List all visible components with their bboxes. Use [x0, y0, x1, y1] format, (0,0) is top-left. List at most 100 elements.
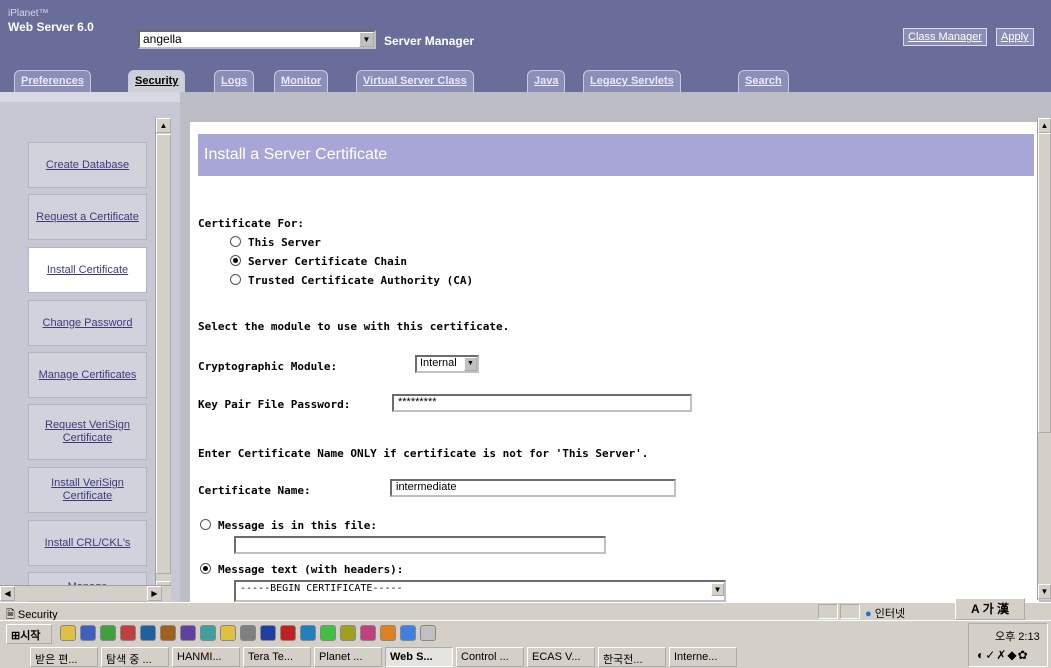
- quicklaunch-icon[interactable]: [120, 625, 136, 641]
- quicklaunch-icon[interactable]: [360, 625, 376, 641]
- nav-manage-certificates[interactable]: Manage Certificates: [28, 352, 147, 398]
- quicklaunch-icon[interactable]: [100, 625, 116, 641]
- quicklaunch-icon[interactable]: [420, 625, 436, 641]
- clock[interactable]: 오후 2:13: [995, 628, 1040, 644]
- scroll-down-icon[interactable]: ▼: [1038, 584, 1051, 599]
- quicklaunch-icon[interactable]: [260, 625, 276, 641]
- scroll-up-icon[interactable]: ▲: [1038, 118, 1051, 133]
- brand-small: iPlanet™: [8, 8, 49, 19]
- nav-install-certificate[interactable]: Install Certificate: [28, 247, 147, 293]
- tab-legacy-servlets[interactable]: Legacy Servlets: [583, 70, 681, 92]
- quicklaunch-icon[interactable]: [240, 625, 256, 641]
- nav-hscrollbar[interactable]: ◀ ▶: [0, 585, 171, 601]
- quicklaunch-icon[interactable]: [400, 625, 416, 641]
- scroll-thumb[interactable]: [156, 134, 171, 574]
- cert-name-note: Enter Certificate Name ONLY if certifica…: [198, 447, 649, 460]
- server-select[interactable]: angella ▼: [138, 30, 376, 49]
- radio-chain[interactable]: [230, 255, 241, 266]
- quicklaunch-icon[interactable]: [200, 625, 216, 641]
- status-cell: [840, 604, 860, 619]
- radio-message-file[interactable]: [200, 519, 211, 530]
- task-button[interactable]: Interne...: [669, 647, 737, 667]
- apply-button[interactable]: Apply: [996, 28, 1034, 46]
- ime-indicator[interactable]: A 가 漢: [955, 598, 1025, 620]
- quicklaunch-icon[interactable]: [300, 625, 316, 641]
- content-page: Install a Server Certificate Certificate…: [190, 122, 1039, 602]
- manager-title: Server Manager: [384, 34, 475, 48]
- task-button[interactable]: 탐색 중 ...: [101, 647, 169, 667]
- scroll-right-icon[interactable]: ▶: [147, 586, 162, 601]
- server-select-value: angella: [143, 32, 182, 46]
- cert-name-input[interactable]: intermediate: [390, 479, 676, 497]
- tray-icons[interactable]: ◐✓✗◆✿: [977, 648, 1029, 662]
- nav-install-verisign[interactable]: Install VeriSign Certificate: [28, 467, 147, 513]
- scroll-up-icon[interactable]: ▲: [156, 118, 171, 133]
- radio-this-server[interactable]: [230, 236, 241, 247]
- tab-logs[interactable]: Logs: [214, 70, 255, 92]
- main-scrollbar[interactable]: ▲ ▼: [1037, 118, 1051, 600]
- option-message-file[interactable]: Message is in this file:: [200, 519, 377, 532]
- chevron-down-icon[interactable]: ▼: [464, 357, 477, 371]
- quicklaunch-icon[interactable]: [220, 625, 236, 641]
- taskbar: ⊞시작 받은 편... 탐색 중 ... HANMI... Tera Te...…: [0, 620, 1051, 668]
- nav-scrollbar[interactable]: ▲ ▼: [155, 118, 171, 598]
- task-button[interactable]: Planet ...: [314, 647, 382, 667]
- quicklaunch-icon[interactable]: [280, 625, 296, 641]
- message-text-label: Message text (with headers):: [218, 563, 404, 576]
- quicklaunch-icon[interactable]: [60, 625, 76, 641]
- start-label: 시작: [20, 630, 41, 642]
- nav-request-verisign[interactable]: Request VeriSign Certificate: [28, 404, 147, 460]
- radio-message-text[interactable]: [200, 563, 211, 574]
- class-manager-button[interactable]: Class Manager: [903, 28, 987, 46]
- tab-virtual-server-class[interactable]: Virtual Server Class: [356, 70, 474, 92]
- option-message-text[interactable]: Message text (with headers):: [200, 563, 403, 576]
- nav-create-database[interactable]: Create Database: [28, 142, 147, 188]
- task-button[interactable]: 한국전...: [598, 647, 666, 667]
- task-button[interactable]: Tera Te...: [243, 647, 311, 667]
- main-panel: Install a Server Certificate Certificate…: [180, 92, 1051, 602]
- password-input[interactable]: *********: [392, 394, 692, 412]
- scroll-left-icon[interactable]: ◀: [0, 586, 15, 601]
- task-button[interactable]: Control ...: [456, 647, 524, 667]
- nav-change-password[interactable]: Change Password: [28, 300, 147, 346]
- tab-preferences[interactable]: Preferences: [14, 70, 91, 92]
- scroll-down-icon[interactable]: ▼: [711, 583, 724, 596]
- task-button[interactable]: HANMI...: [172, 647, 240, 667]
- quicklaunch-icon[interactable]: [80, 625, 96, 641]
- option-chain[interactable]: Server Certificate Chain: [230, 255, 407, 268]
- option-this-server[interactable]: This Server: [230, 236, 321, 249]
- cert-name-label: Certificate Name:: [198, 484, 311, 497]
- option-this-server-label: This Server: [248, 236, 321, 249]
- task-button[interactable]: ECAS V...: [527, 647, 595, 667]
- nav-request-certificate[interactable]: Request a Certificate: [28, 194, 147, 240]
- quicklaunch-icon[interactable]: [180, 625, 196, 641]
- chevron-down-icon[interactable]: ▼: [359, 32, 374, 47]
- tab-search[interactable]: Search: [738, 70, 789, 92]
- option-chain-label: Server Certificate Chain: [248, 255, 407, 268]
- tab-monitor[interactable]: Monitor: [274, 70, 329, 92]
- nav-install-crl[interactable]: Install CRL/CKL's: [28, 520, 147, 566]
- task-button[interactable]: 받은 편...: [30, 647, 98, 667]
- option-ca[interactable]: Trusted Certificate Authority (CA): [230, 274, 473, 287]
- quicklaunch-icon[interactable]: [380, 625, 396, 641]
- tab-java[interactable]: Java: [527, 70, 566, 92]
- brand-logo: iPlanet™ Web Server 6.0: [8, 8, 94, 34]
- message-file-input[interactable]: [234, 536, 606, 554]
- message-textarea[interactable]: -----BEGIN CERTIFICATE----- ▼: [234, 580, 726, 602]
- windows-icon: ⊞: [11, 630, 21, 642]
- option-ca-label: Trusted Certificate Authority (CA): [248, 274, 474, 287]
- tab-security[interactable]: Security: [128, 70, 186, 92]
- system-tray: 오후 2:13 ◐✓✗◆✿: [968, 623, 1048, 667]
- quicklaunch-icon[interactable]: [340, 625, 356, 641]
- crypto-module-select[interactable]: Internal ▼: [415, 355, 479, 373]
- scroll-thumb[interactable]: [1038, 133, 1051, 433]
- quicklaunch-icon[interactable]: [140, 625, 156, 641]
- crypto-module-label: Cryptographic Module:: [198, 360, 338, 373]
- start-button[interactable]: ⊞시작: [6, 624, 52, 644]
- quicklaunch-icon[interactable]: [160, 625, 176, 641]
- radio-ca[interactable]: [230, 274, 241, 285]
- page-title: Install a Server Certificate: [198, 134, 1034, 176]
- password-label: Key Pair File Password:: [198, 398, 351, 411]
- quicklaunch-icon[interactable]: [320, 625, 336, 641]
- task-button-active[interactable]: Web S...: [385, 647, 453, 667]
